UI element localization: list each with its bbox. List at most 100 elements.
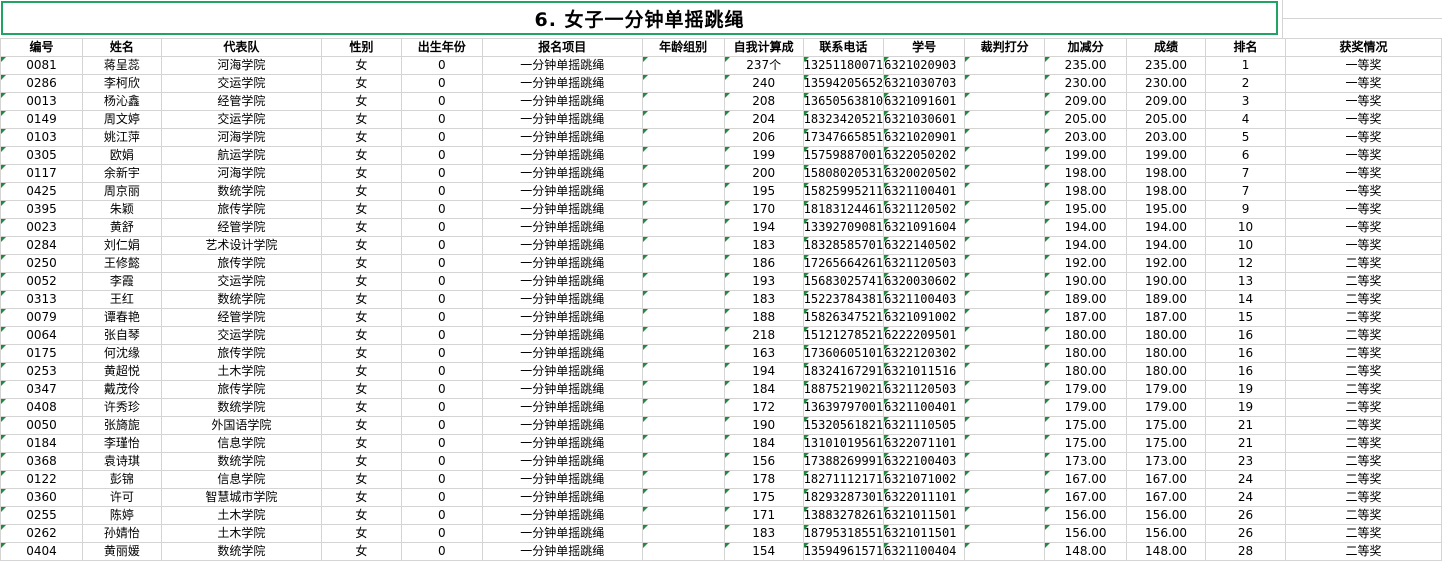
col-phone-cell[interactable]: 13639797001 — [802, 398, 885, 417]
col-event-cell[interactable]: 一分钟单摇跳绳 — [481, 308, 643, 327]
col-age-group-cell[interactable] — [641, 290, 725, 309]
col-rank-header[interactable]: 排名 — [1205, 38, 1286, 57]
col-judge-score-cell[interactable] — [964, 308, 1046, 327]
col-gender-header[interactable]: 性别 — [320, 38, 402, 57]
col-bonus-cell[interactable]: 230.00 — [1044, 74, 1128, 93]
col-student-id-cell[interactable]: 6322071101 — [883, 434, 966, 453]
col-event-cell[interactable]: 一分钟单摇跳绳 — [481, 128, 643, 147]
col-birth-year-cell[interactable]: 0 — [400, 308, 483, 327]
col-team-cell[interactable]: 土木学院 — [160, 362, 322, 381]
col-self-count-cell[interactable]: 190 — [723, 416, 804, 435]
col-award-cell[interactable]: 二等奖 — [1284, 254, 1442, 273]
col-age-group-cell[interactable] — [641, 470, 725, 489]
col-age-group-cell[interactable] — [641, 542, 725, 561]
col-rank-cell[interactable]: 26 — [1205, 524, 1286, 543]
col-judge-score-cell[interactable] — [964, 182, 1046, 201]
col-gender-cell[interactable]: 女 — [320, 308, 402, 327]
col-team-cell[interactable]: 交运学院 — [160, 326, 322, 345]
col-judge-score-cell[interactable] — [964, 362, 1046, 381]
col-bonus-cell[interactable]: 179.00 — [1044, 398, 1128, 417]
col-id-cell[interactable]: 0250 — [0, 254, 83, 273]
col-student-id-cell[interactable]: 6321100404 — [883, 542, 966, 561]
col-student-id-cell[interactable]: 6321020901 — [883, 128, 966, 147]
col-award-cell[interactable]: 二等奖 — [1284, 506, 1442, 525]
col-name-cell[interactable]: 余新宇 — [81, 164, 162, 183]
col-bonus-cell[interactable]: 194.00 — [1044, 218, 1128, 237]
col-award-cell[interactable]: 一等奖 — [1284, 110, 1442, 129]
col-judge-score-cell[interactable] — [964, 488, 1046, 507]
col-judge-score-cell[interactable] — [964, 470, 1046, 489]
col-phone-cell[interactable]: 17265664261 — [802, 254, 885, 273]
col-age-group-cell[interactable] — [641, 362, 725, 381]
col-phone-cell[interactable]: 18183124461 — [802, 200, 885, 219]
col-rank-cell[interactable]: 12 — [1205, 254, 1286, 273]
col-bonus-cell[interactable]: 173.00 — [1044, 452, 1128, 471]
col-name-cell[interactable]: 黄舒 — [81, 218, 162, 237]
col-student-id-cell[interactable]: 6321071002 — [883, 470, 966, 489]
col-phone-cell[interactable]: 15808020531 — [802, 164, 885, 183]
col-self-count-cell[interactable]: 199 — [723, 146, 804, 165]
col-name-cell[interactable]: 孙婧怡 — [81, 524, 162, 543]
col-student-id-cell[interactable]: 6322011101 — [883, 488, 966, 507]
col-score-cell[interactable]: 179.00 — [1126, 398, 1207, 417]
col-bonus-cell[interactable]: 209.00 — [1044, 92, 1128, 111]
col-id-cell[interactable]: 0013 — [0, 92, 83, 111]
col-award-cell[interactable]: 二等奖 — [1284, 488, 1442, 507]
col-age-group-cell[interactable] — [641, 146, 725, 165]
col-id-cell[interactable]: 0023 — [0, 218, 83, 237]
col-award-cell[interactable]: 二等奖 — [1284, 344, 1442, 363]
col-birth-year-cell[interactable]: 0 — [400, 470, 483, 489]
col-judge-score-cell[interactable] — [964, 326, 1046, 345]
col-award-cell[interactable]: 二等奖 — [1284, 542, 1442, 561]
col-id-cell[interactable]: 0050 — [0, 416, 83, 435]
col-phone-cell[interactable]: 18324167291 — [802, 362, 885, 381]
col-phone-cell[interactable]: 15825995211 — [802, 182, 885, 201]
col-score-cell[interactable]: 195.00 — [1126, 200, 1207, 219]
col-score-cell[interactable]: 175.00 — [1126, 434, 1207, 453]
col-id-cell[interactable]: 0079 — [0, 308, 83, 327]
col-judge-score-cell[interactable] — [964, 398, 1046, 417]
col-phone-header[interactable]: 联系电话 — [802, 38, 885, 57]
col-name-cell[interactable]: 张旖旎 — [81, 416, 162, 435]
col-judge-score-cell[interactable] — [964, 74, 1046, 93]
col-team-cell[interactable]: 旅传学院 — [160, 344, 322, 363]
col-name-cell[interactable]: 王红 — [81, 290, 162, 309]
col-name-cell[interactable]: 李霞 — [81, 272, 162, 291]
col-team-cell[interactable]: 智慧城市学院 — [160, 488, 322, 507]
col-event-cell[interactable]: 一分钟单摇跳绳 — [481, 344, 643, 363]
col-score-cell[interactable]: 198.00 — [1126, 164, 1207, 183]
col-student-id-cell[interactable]: 6321091002 — [883, 308, 966, 327]
col-bonus-cell[interactable]: 180.00 — [1044, 362, 1128, 381]
col-rank-cell[interactable]: 14 — [1205, 290, 1286, 309]
col-gender-cell[interactable]: 女 — [320, 182, 402, 201]
col-award-cell[interactable]: 二等奖 — [1284, 470, 1442, 489]
col-name-cell[interactable]: 黄超悦 — [81, 362, 162, 381]
col-id-cell[interactable]: 0117 — [0, 164, 83, 183]
col-self-count-cell[interactable]: 240 — [723, 74, 804, 93]
col-gender-cell[interactable]: 女 — [320, 506, 402, 525]
col-gender-cell[interactable]: 女 — [320, 236, 402, 255]
col-birth-year-cell[interactable]: 0 — [400, 200, 483, 219]
col-event-cell[interactable]: 一分钟单摇跳绳 — [481, 398, 643, 417]
col-age-group-cell[interactable] — [641, 56, 725, 75]
col-gender-cell[interactable]: 女 — [320, 362, 402, 381]
col-student-id-cell[interactable]: 6321091601 — [883, 92, 966, 111]
col-gender-cell[interactable]: 女 — [320, 434, 402, 453]
col-team-cell[interactable]: 经管学院 — [160, 218, 322, 237]
col-award-cell[interactable]: 一等奖 — [1284, 200, 1442, 219]
col-age-group-cell[interactable] — [641, 434, 725, 453]
col-student-id-cell[interactable]: 6322140502 — [883, 236, 966, 255]
col-student-id-cell[interactable]: 6321030703 — [883, 74, 966, 93]
col-score-cell[interactable]: 192.00 — [1126, 254, 1207, 273]
col-phone-cell[interactable]: 13594961571 — [802, 542, 885, 561]
col-score-cell[interactable]: 189.00 — [1126, 290, 1207, 309]
col-gender-cell[interactable]: 女 — [320, 74, 402, 93]
col-birth-year-cell[interactable]: 0 — [400, 272, 483, 291]
col-event-cell[interactable]: 一分钟单摇跳绳 — [481, 470, 643, 489]
col-phone-cell[interactable]: 13101019561 — [802, 434, 885, 453]
col-score-cell[interactable]: 179.00 — [1126, 380, 1207, 399]
col-judge-score-cell[interactable] — [964, 110, 1046, 129]
col-team-cell[interactable]: 航运学院 — [160, 146, 322, 165]
col-team-cell[interactable]: 数统学院 — [160, 398, 322, 417]
col-id-cell[interactable]: 0408 — [0, 398, 83, 417]
